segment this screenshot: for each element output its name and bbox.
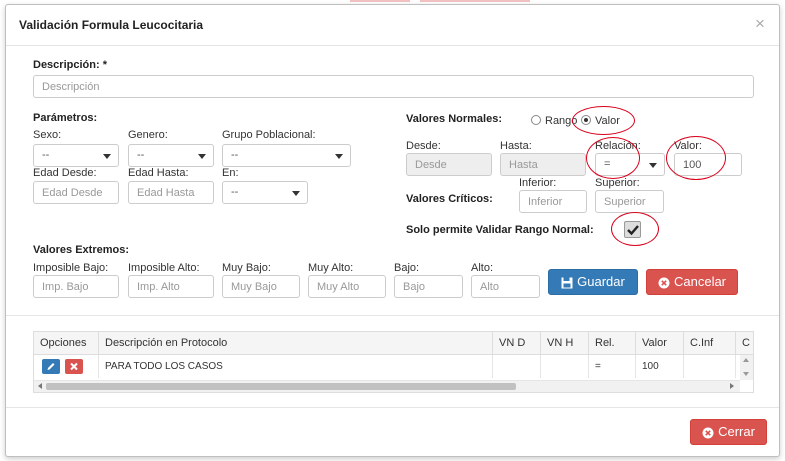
radio-rango-label: Rango xyxy=(545,115,578,127)
imp-bajo-label: Imposible Bajo: xyxy=(33,262,109,274)
chevron-down-icon xyxy=(292,191,300,196)
muy-bajo-label: Muy Bajo: xyxy=(222,262,271,274)
genero-select[interactable]: -- xyxy=(128,144,214,167)
valores-criticos-label: Valores Críticos: xyxy=(406,193,493,205)
floppy-disk-icon xyxy=(561,277,573,289)
times-icon xyxy=(70,362,78,371)
descripcion-label: Descripción: * xyxy=(33,59,107,71)
bajo-label: Bajo: xyxy=(394,262,420,274)
table-cell-descripcion: PARA TODO LOS CASOS xyxy=(99,355,493,378)
grupo-select[interactable]: -- xyxy=(222,144,351,167)
modal-title: Validación Formula Leucocitaria xyxy=(19,18,204,32)
edad-hasta-label: Edad Hasta: xyxy=(128,167,189,179)
imp-bajo-input[interactable] xyxy=(33,275,119,298)
scrollbar-thumb[interactable] xyxy=(46,383,516,390)
chevron-down-icon xyxy=(649,163,657,168)
close-icon[interactable]: × xyxy=(752,15,768,32)
valor-input[interactable] xyxy=(674,153,742,176)
footer-divider xyxy=(6,407,779,408)
header-divider xyxy=(6,45,779,46)
relacion-label: Relación: xyxy=(595,140,641,152)
parametros-label: Parámetros: xyxy=(33,112,98,124)
table-header-vnh: VN H xyxy=(541,332,589,355)
solo-rango-label: Solo permite Validar Rango Normal: xyxy=(406,224,594,236)
imp-alto-label: Imposible Alto: xyxy=(128,262,200,274)
table-header-valor: Valor xyxy=(636,332,684,355)
delete-button[interactable] xyxy=(65,359,83,374)
grupo-label: Grupo Poblacional: xyxy=(222,129,316,141)
table-horizontal-scrollbar[interactable] xyxy=(34,380,740,392)
edit-button[interactable] xyxy=(42,359,60,374)
edad-desde-input[interactable] xyxy=(33,181,119,204)
protocol-table: Opciones Descripción en Protocolo VN D V… xyxy=(33,331,754,393)
desde-input[interactable] xyxy=(406,153,492,176)
table-header-cinf: C.Inf xyxy=(684,332,736,355)
chevron-down-icon xyxy=(103,154,111,159)
table-cell-vnd xyxy=(493,355,541,378)
sexo-label: Sexo: xyxy=(33,129,62,141)
hasta-input[interactable] xyxy=(500,153,586,176)
en-select[interactable]: -- xyxy=(222,181,308,204)
bajo-input[interactable] xyxy=(394,275,463,298)
required-mark: * xyxy=(102,59,107,71)
en-label: En: xyxy=(222,167,239,179)
table-cell-rel: = xyxy=(589,355,636,378)
muy-bajo-input[interactable] xyxy=(222,275,300,298)
table-row-actions xyxy=(34,355,99,378)
valores-extremos-label: Valores Extremos: xyxy=(33,244,129,256)
table-header-descripcion: Descripción en Protocolo xyxy=(99,332,493,355)
descripcion-input[interactable] xyxy=(33,75,754,98)
muy-alto-label: Muy Alto: xyxy=(308,262,354,274)
guardar-button[interactable]: Guardar xyxy=(548,269,638,295)
scroll-right-icon[interactable] xyxy=(730,383,734,389)
superior-label: Superior: xyxy=(595,177,640,189)
check-icon xyxy=(627,225,639,236)
superior-input[interactable] xyxy=(595,190,664,213)
cerrar-button[interactable]: Cerrar xyxy=(690,419,767,445)
solo-rango-checkbox[interactable] xyxy=(624,221,641,238)
edad-desde-label: Edad Desde: xyxy=(33,167,97,179)
table-header-rel: Rel. xyxy=(589,332,636,355)
scroll-down-icon[interactable] xyxy=(743,372,749,376)
relacion-select[interactable]: = xyxy=(595,153,665,176)
edad-hasta-input[interactable] xyxy=(128,181,214,204)
table-cell-vnh xyxy=(541,355,589,378)
valor-label: Valor: xyxy=(674,140,702,152)
pencil-icon xyxy=(47,363,55,370)
desde-label: Desde: xyxy=(406,140,441,152)
table-header-c: C xyxy=(736,332,753,355)
valores-normales-label: Valores Normales: xyxy=(406,113,502,125)
validation-modal: Validación Formula Leucocitaria × Descri… xyxy=(5,4,780,457)
genero-label: Genero: xyxy=(128,129,168,141)
table-header-opciones: Opciones xyxy=(34,332,99,355)
alto-label: Alto: xyxy=(471,262,494,274)
scroll-up-icon[interactable] xyxy=(743,358,749,362)
times-circle-icon xyxy=(702,427,714,439)
cancelar-button[interactable]: Cancelar xyxy=(646,269,738,295)
muy-alto-input[interactable] xyxy=(308,275,386,298)
times-circle-icon xyxy=(658,277,670,289)
radio-rango[interactable] xyxy=(531,115,541,125)
table-cell-valor: 100 xyxy=(636,355,684,378)
imp-alto-input[interactable] xyxy=(128,275,214,298)
inferior-input[interactable] xyxy=(519,190,587,213)
inferior-label: Inferior: xyxy=(519,177,557,189)
radio-valor-label: Valor xyxy=(595,115,620,127)
chevron-down-icon xyxy=(335,154,343,159)
section-divider xyxy=(6,315,779,316)
chevron-down-icon xyxy=(198,154,206,159)
table-vertical-scrollbar[interactable] xyxy=(740,355,753,380)
scroll-left-icon[interactable] xyxy=(38,383,42,389)
table-cell-cinf xyxy=(684,355,736,378)
hasta-label: Hasta: xyxy=(500,140,532,152)
sexo-select[interactable]: -- xyxy=(33,144,119,167)
radio-valor[interactable] xyxy=(581,115,591,125)
table-header-vnd: VN D xyxy=(493,332,541,355)
alto-input[interactable] xyxy=(471,275,540,298)
